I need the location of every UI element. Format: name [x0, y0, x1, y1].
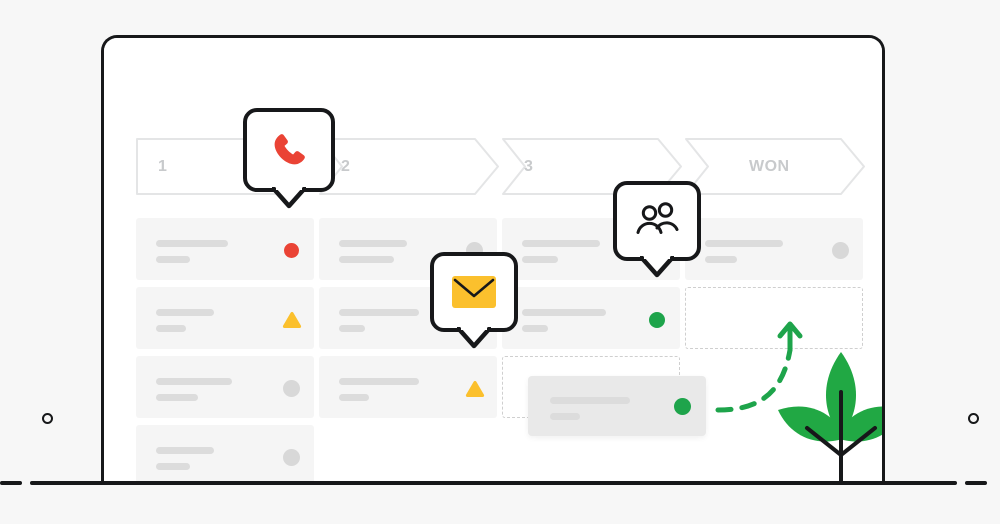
decorative-circle-left: [42, 413, 53, 424]
card-subtitle-bar: [156, 394, 198, 401]
deal-card[interactable]: [136, 425, 314, 481]
plant-stem: [805, 390, 877, 481]
card-subtitle-bar: [522, 256, 558, 263]
stage-3-label: 3: [524, 157, 534, 175]
card-title-bar: [522, 309, 606, 316]
card-subtitle-bar: [339, 394, 369, 401]
card-title-bar: [339, 240, 407, 247]
callout-tail: [640, 256, 674, 278]
card-subtitle-bar: [156, 325, 186, 332]
callout-tail: [457, 327, 491, 349]
card-subtitle-bar: [339, 256, 394, 263]
card-subtitle-bar: [522, 325, 548, 332]
status-badge-idle: [832, 242, 849, 259]
card-subtitle-bar: [339, 325, 365, 332]
callout-tail: [272, 187, 306, 209]
deal-card[interactable]: [136, 218, 314, 280]
card-subtitle-bar: [705, 256, 737, 263]
laptop-base: [30, 481, 957, 485]
card-subtitle-bar: [156, 463, 190, 470]
people-icon: [636, 202, 679, 234]
status-badge-warning: [282, 311, 302, 329]
card-title-bar: [522, 240, 600, 247]
email-icon: [452, 276, 496, 308]
deal-card[interactable]: [136, 287, 314, 349]
decorative-circle-right: [968, 413, 979, 424]
pipeline-stage-won[interactable]: WON: [685, 138, 865, 195]
card-title-bar: [550, 397, 630, 404]
status-badge-green: [674, 398, 691, 415]
pipeline-stage-2[interactable]: 2: [319, 138, 499, 195]
callout-email[interactable]: [430, 252, 518, 349]
callout-people[interactable]: [613, 181, 701, 278]
card-title-bar: [339, 309, 419, 316]
status-badge-warning: [465, 380, 485, 398]
status-badge-green: [649, 312, 665, 328]
deal-card[interactable]: [319, 356, 497, 418]
card-title-bar: [156, 447, 214, 454]
desk-line-left: [0, 481, 22, 485]
status-badge-idle: [283, 380, 300, 397]
stage-won-label: WON: [749, 157, 790, 175]
deal-card[interactable]: [136, 356, 314, 418]
callout-phone[interactable]: [243, 108, 335, 209]
card-subtitle-bar: [156, 256, 190, 263]
stage-2-label: 2: [341, 157, 351, 175]
status-badge-idle: [283, 449, 300, 466]
status-badge-red: [284, 243, 299, 258]
deal-card[interactable]: [502, 287, 680, 349]
card-title-bar: [156, 378, 232, 385]
illustration-scene: 1 2 3 WON: [0, 0, 1000, 524]
card-title-bar: [339, 378, 419, 385]
deal-card[interactable]: [685, 218, 863, 280]
card-subtitle-bar: [550, 413, 580, 420]
desk-line-right: [965, 481, 987, 485]
card-title-bar: [156, 240, 228, 247]
phone-icon: [274, 134, 305, 165]
plant-illustration: [778, 352, 882, 481]
card-title-bar: [705, 240, 783, 247]
dragged-deal-card[interactable]: [528, 376, 706, 436]
stage-1-label: 1: [158, 157, 168, 175]
card-title-bar: [156, 309, 214, 316]
